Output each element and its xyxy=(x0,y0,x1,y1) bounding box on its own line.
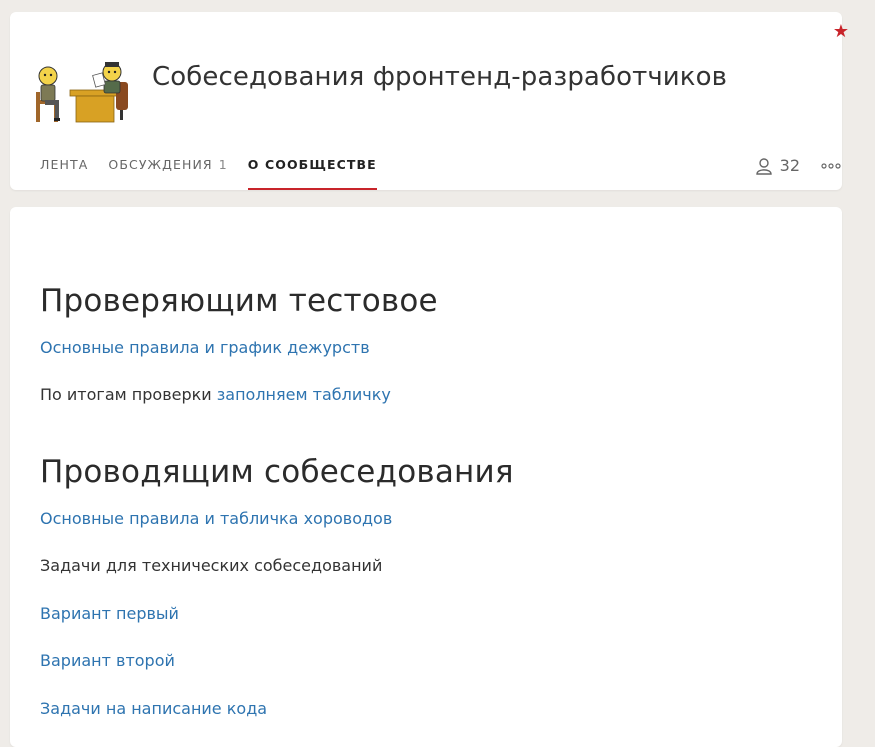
results-paragraph: По итогам проверки заполняем табличку xyxy=(40,385,391,404)
section-heading-interviewers: Проводящим собеседования xyxy=(40,454,514,490)
section-heading-reviewers: Проверяющим тестовое xyxy=(40,283,438,319)
community-title: Собеседования фронтенд-разработчиков xyxy=(152,62,728,92)
community-tabs: Лента Обсуждения 1 О сообществе xyxy=(40,158,397,190)
about-content: Проверяющим тестовое Основные правила и … xyxy=(10,207,842,747)
discussions-count: 1 xyxy=(218,157,228,172)
tab-about[interactable]: О сообществе xyxy=(247,157,377,190)
results-table-link[interactable]: заполняем табличку xyxy=(217,385,391,404)
tasks-text: Задачи для технических собеседований xyxy=(40,556,383,575)
tab-about-label: О сообществе xyxy=(247,157,377,172)
tab-feed-label: Лента xyxy=(40,157,89,172)
community-logo[interactable] xyxy=(32,50,132,124)
coding-tasks-link[interactable]: Задачи на написание кода xyxy=(40,699,267,718)
results-prefix: По итогам проверки xyxy=(40,385,217,404)
community-header: ★ Собеседования фронтенд-разработчиков Л… xyxy=(10,12,849,190)
variant-two-link[interactable]: Вариант второй xyxy=(40,651,175,670)
user-icon xyxy=(755,157,772,175)
reviewers-rules-link[interactable]: Основные правила и график дежурств xyxy=(40,338,370,357)
tab-discussions-label: Обсуждения xyxy=(108,157,213,172)
members-count: 32 xyxy=(779,156,800,175)
star-icon[interactable]: ★ xyxy=(833,22,849,42)
tab-feed[interactable]: Лента xyxy=(40,158,88,190)
variant-one-link[interactable]: Вариант первый xyxy=(40,604,179,623)
more-dots-icon[interactable] xyxy=(820,158,842,172)
interviewers-rules-link[interactable]: Основные правила и табличка хороводов xyxy=(40,509,392,528)
members-button[interactable]: 32 xyxy=(755,156,800,175)
tab-discussions[interactable]: Обсуждения 1 xyxy=(108,158,227,190)
